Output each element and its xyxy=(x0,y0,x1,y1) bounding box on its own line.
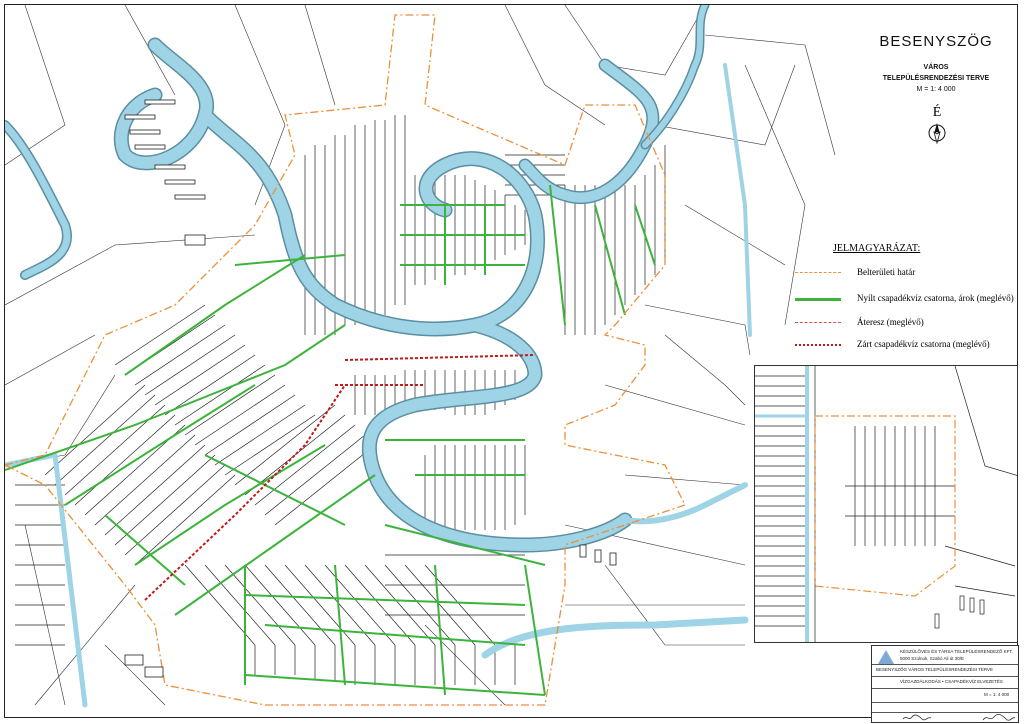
north-letter: É xyxy=(932,105,942,120)
plan-name: TELEPÜLÉSRENDEZÉSI TERVE xyxy=(882,75,990,82)
legend-label: Nyílt csapadékvíz csatorna, árok (meglév… xyxy=(857,293,1014,303)
sheet-title: VÍZGAZDÁLKODÁS • CSAPADÉKVÍZ ELVEZETÉS xyxy=(900,679,1003,684)
company-logo-icon xyxy=(878,650,894,664)
signature-icon xyxy=(982,713,1016,721)
stamp-divider xyxy=(872,702,1018,703)
inset-map xyxy=(754,365,1018,643)
map-scale: M = 1: 4 000 xyxy=(916,86,956,93)
town-name: BESENYSZÖG xyxy=(879,33,993,50)
legend-item-open-drain: Nyílt csapadékvíz csatorna, árok (meglév… xyxy=(795,293,1015,305)
compass-icon xyxy=(928,123,946,145)
legend-item-culvert: Áteresz (meglévő) xyxy=(795,317,1015,329)
boundary-swatch xyxy=(795,272,841,273)
legend-label: Áteresz (meglévő) xyxy=(857,317,924,327)
stamp-divider xyxy=(872,664,1018,665)
title-block: BESENYSZÖG VÁROS TELEPÜLÉSRENDEZÉSI TERV… xyxy=(851,29,1021,93)
culvert-swatch xyxy=(795,322,841,323)
canal-south xyxy=(481,616,749,659)
project-name: BESENYSZÖG VÁROS TELEPÜLÉSRENDEZÉSI TERV… xyxy=(876,667,994,672)
legend-item-closed-sewer: Zárt csapadékvíz csatorna (meglévő) xyxy=(795,339,1015,351)
closed-sewer-swatch xyxy=(795,344,841,346)
canal-east xyxy=(723,63,752,337)
inset-map-drawing xyxy=(755,366,1017,642)
legend-label: Zárt csapadékvíz csatorna (meglévő) xyxy=(857,339,990,349)
open-drain-swatch xyxy=(795,298,841,301)
town-type: VÁROS xyxy=(923,64,949,71)
map-sheet-frame: BESENYSZÖG VÁROS TELEPÜLÉSRENDEZÉSI TERV… xyxy=(4,4,1021,723)
stamp-divider xyxy=(872,688,1018,689)
company-address: 5000 Szolnok, Szabó Ali út 30/E xyxy=(900,656,965,661)
legend-title: JELMAGYARÁZAT: xyxy=(833,243,921,254)
title-stamp: KÉSZÜLŐVÉS ÉS TÁRSA TELEPÜLÉSRENDEZŐ KFT… xyxy=(871,645,1019,723)
canal-southwest xyxy=(5,452,88,708)
stamp-scale: M = 1: 4 000 xyxy=(984,692,1010,697)
open-drains xyxy=(5,184,656,696)
legend-label: Belterületi határ xyxy=(857,267,916,277)
stamp-divider xyxy=(872,676,1018,677)
company-name: KÉSZÜLŐVÉS ÉS TÁRSA TELEPÜLÉSRENDEZŐ KFT… xyxy=(900,649,1013,654)
legend: JELMAGYARÁZAT: Belterületi határ Nyílt c… xyxy=(795,243,1015,349)
canal-southeast xyxy=(622,482,748,525)
legend-item-boundary: Belterületi határ xyxy=(795,267,1015,279)
north-arrow: É xyxy=(922,105,952,150)
inset-buildings xyxy=(934,595,985,629)
signature-icon xyxy=(902,714,932,721)
